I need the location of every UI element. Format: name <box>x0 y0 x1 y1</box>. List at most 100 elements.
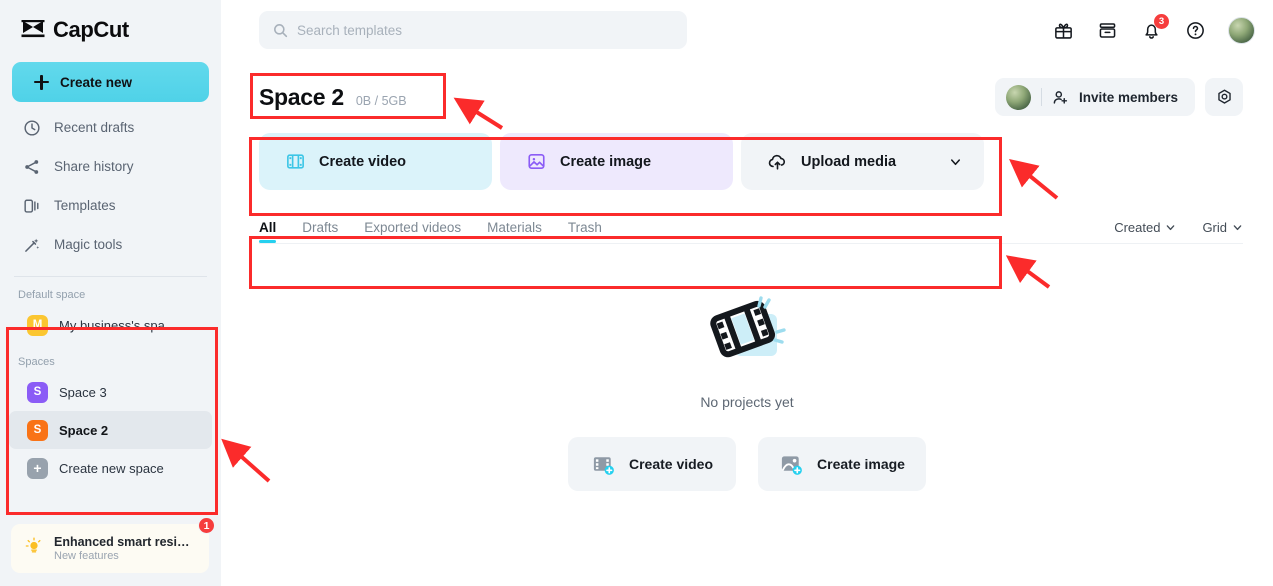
clock-icon <box>22 118 41 137</box>
sidebar-item-label: Recent drafts <box>54 120 135 135</box>
spaces-heading: Spaces <box>18 356 55 368</box>
tab-materials[interactable]: Materials <box>487 220 542 243</box>
cloud-upload-icon <box>768 154 786 170</box>
tab-exported-videos[interactable]: Exported videos <box>364 220 461 243</box>
tab-trash[interactable]: Trash <box>568 220 602 243</box>
templates-icon <box>22 196 41 215</box>
gear-icon <box>1217 89 1231 104</box>
sort-dropdown[interactable]: Created <box>1114 220 1176 235</box>
space-item-my-business[interactable]: M My business's spa… <box>9 306 212 344</box>
create-new-space-button[interactable]: + Create new space <box>9 449 212 487</box>
page-title: Space 2 <box>259 83 344 110</box>
sidebar-item-share-history[interactable]: Share history <box>0 147 221 186</box>
empty-create-image-label: Create image <box>817 456 905 472</box>
tabs-row: All Drafts Exported videos Materials Tra… <box>221 209 1273 243</box>
empty-create-video-label: Create video <box>628 456 714 472</box>
promo-text: Enhanced smart resi… New features <box>54 535 189 562</box>
tabs: All Drafts Exported videos Materials Tra… <box>259 220 602 243</box>
empty-film-icon <box>710 296 786 358</box>
chevron-down-icon <box>950 158 961 165</box>
member-avatar <box>1005 84 1031 110</box>
empty-state: No projects yet Create video Create imag… <box>221 286 1273 491</box>
space-item-space-2[interactable]: S Space 2 <box>9 411 212 449</box>
view-mode-label: Grid <box>1202 220 1227 235</box>
sidebar-item-magic-tools[interactable]: Magic tools <box>0 225 221 264</box>
lightbulb-icon <box>24 536 44 561</box>
create-image-label: Create image <box>560 153 652 170</box>
capcut-logo-icon <box>21 20 45 38</box>
tab-all[interactable]: All <box>259 220 277 243</box>
gift-icon[interactable] <box>1052 19 1075 42</box>
bell-icon[interactable]: 3 <box>1140 13 1169 42</box>
chevron-down-icon <box>1167 225 1175 231</box>
main-content: Search templates 3 Space 2 0B / 5GB Invi… <box>221 0 1273 586</box>
empty-create-image-button[interactable]: Create image <box>758 437 926 491</box>
sidebar-item-label: Share history <box>54 159 134 174</box>
tabs-underline <box>259 243 1243 244</box>
promo-subtitle: New features <box>54 550 119 562</box>
upload-media-action[interactable]: Upload media <box>741 133 984 190</box>
create-video-action[interactable]: Create video <box>259 133 492 190</box>
person-add-icon <box>1053 90 1068 104</box>
view-mode-dropdown[interactable]: Grid <box>1202 220 1243 235</box>
settings-button[interactable] <box>1205 78 1243 116</box>
top-bar: Search templates 3 <box>221 0 1273 60</box>
top-bar-icons: 3 <box>1052 13 1255 44</box>
invite-members-label: Invite members <box>1078 89 1178 105</box>
space-name: Space 2 <box>59 422 109 438</box>
notification-badge: 3 <box>1154 13 1169 29</box>
space-title-group: Space 2 0B / 5GB <box>259 84 407 111</box>
default-space-heading: Default space <box>18 289 86 301</box>
create-new-button[interactable]: Create new <box>12 62 209 102</box>
empty-state-buttons: Create video Create image <box>568 437 926 491</box>
space-header: Space 2 0B / 5GB Invite members <box>221 75 1273 119</box>
sidebar-item-recent-drafts[interactable]: Recent drafts <box>0 108 221 147</box>
help-icon[interactable] <box>1184 19 1207 42</box>
plus-square-icon: + <box>27 457 48 479</box>
space-name: My business's spa… <box>59 317 178 333</box>
create-space-label: Create new space <box>59 460 164 476</box>
create-video-label: Create video <box>319 153 407 170</box>
upload-media-label: Upload media <box>801 153 897 170</box>
film-plus-icon <box>593 456 614 475</box>
empty-state-message: No projects yet <box>700 394 794 410</box>
sidebar-item-label: Templates <box>54 198 116 213</box>
sidebar-item-label: Magic tools <box>54 237 123 252</box>
app-logo[interactable]: CapCut <box>0 0 221 43</box>
share-icon <box>22 157 41 176</box>
image-icon <box>528 154 545 169</box>
film-icon <box>287 154 304 169</box>
action-buttons-row: Create video Create image Upload media <box>221 133 1273 190</box>
invite-members-button[interactable]: Invite members <box>994 78 1195 116</box>
tab-filters: Created Grid <box>1114 220 1243 243</box>
promo-banner[interactable]: Enhanced smart resi… New features 1 <box>11 517 215 573</box>
image-plus-icon <box>781 455 802 475</box>
sidebar: CapCut Create new Recent drafts Share hi… <box>0 0 221 586</box>
capcut-workspace: CapCut Create new Recent drafts Share hi… <box>0 0 1273 586</box>
space-name: Space 3 <box>59 384 107 400</box>
sort-dropdown-label: Created <box>1114 220 1161 235</box>
divider <box>1040 88 1042 106</box>
space-avatar: S <box>27 419 48 441</box>
empty-create-video-button[interactable]: Create video <box>568 437 736 491</box>
space-avatar: M <box>27 314 48 336</box>
archive-icon[interactable] <box>1096 19 1119 42</box>
space-item-space-3[interactable]: S Space 3 <box>9 373 212 411</box>
promo-badge: 1 <box>198 517 215 534</box>
sidebar-item-templates[interactable]: Templates <box>0 186 221 225</box>
create-image-action[interactable]: Create image <box>500 133 733 190</box>
chevron-down-icon <box>1233 225 1242 231</box>
promo-title: Enhanced smart resi… <box>54 535 190 549</box>
avatar[interactable] <box>1228 16 1255 44</box>
plus-icon <box>34 74 49 90</box>
space-avatar: S <box>27 381 48 403</box>
search-placeholder: Search templates <box>297 22 403 38</box>
app-logo-text: CapCut <box>53 17 129 42</box>
tab-drafts[interactable]: Drafts <box>302 220 338 243</box>
storage-usage: 0B / 5GB <box>355 93 407 108</box>
sidebar-nav: Recent drafts Share history Templates Ma… <box>0 108 221 264</box>
magic-wand-icon <box>22 235 41 254</box>
search-input[interactable]: Search templates <box>259 11 687 49</box>
search-icon <box>274 23 288 37</box>
create-new-label: Create new <box>60 74 133 90</box>
